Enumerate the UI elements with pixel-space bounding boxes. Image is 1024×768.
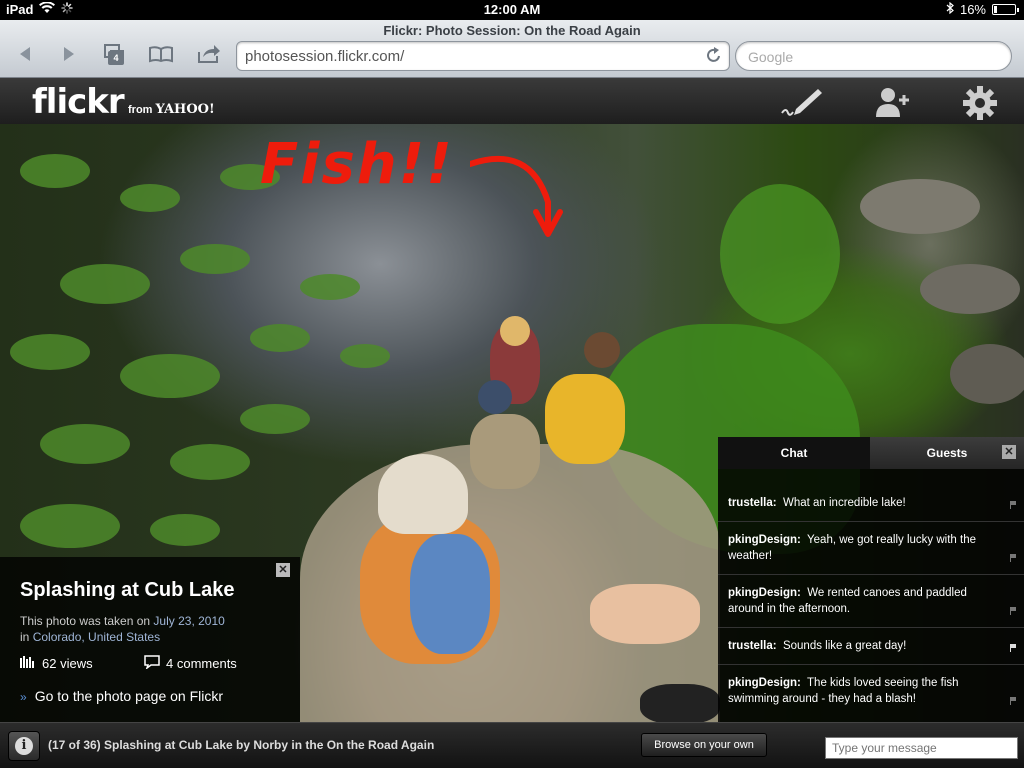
tab-chat-label: Chat xyxy=(780,446,808,460)
battery-percent: 16% xyxy=(959,2,986,17)
photo-info-panel: Splashing at Cub Lake ✕ This photo was t… xyxy=(0,557,300,722)
photo-page-link[interactable]: » Go to the photo page on Flickr xyxy=(20,688,223,704)
comments-count: 4 comments xyxy=(166,656,237,671)
draw-button[interactable] xyxy=(780,85,822,119)
tab-count-badge: 4 xyxy=(108,51,124,65)
forward-button[interactable] xyxy=(54,44,84,68)
battery-icon xyxy=(992,4,1019,15)
photo-title: Splashing at Cub Lake xyxy=(20,579,235,601)
add-person-icon xyxy=(874,88,914,123)
yahoo-text: YAHOO! xyxy=(155,102,215,117)
settings-button[interactable] xyxy=(962,85,1002,120)
gear-icon xyxy=(962,86,998,125)
info-icon: i xyxy=(15,737,33,755)
chat-username[interactable]: trustella: xyxy=(728,640,777,652)
chat-text: What an incredible lake! xyxy=(782,497,906,509)
close-icon: ✕ xyxy=(1004,446,1014,458)
clock: 12:00 AM xyxy=(483,2,541,17)
taken-prefix: This photo was taken on xyxy=(20,614,154,628)
chat-text: Sounds like a great day! xyxy=(782,640,907,652)
bottom-bar: i (17 of 36) Splashing at Cub Lake by No… xyxy=(0,722,1024,768)
from-text: from xyxy=(128,104,153,116)
tab-guests-label: Guests xyxy=(926,446,968,460)
flickr-logo[interactable]: flickr xyxy=(32,82,125,122)
chat-tabs: Chat Guests ✕ xyxy=(718,437,1024,469)
location-prefix: in xyxy=(20,630,33,644)
chat-message-input[interactable] xyxy=(825,737,1018,759)
fish-annotation: Fish!! xyxy=(260,132,580,242)
back-button[interactable] xyxy=(10,44,40,68)
location-city-link[interactable]: Colorado xyxy=(33,630,82,644)
chat-message: pkingDesign: Yeah, we got really lucky w… xyxy=(718,522,1024,575)
add-guest-button[interactable] xyxy=(874,85,914,119)
info-button[interactable]: i xyxy=(8,731,40,761)
address-bar[interactable]: photosession.flickr.com/ xyxy=(236,41,730,71)
chat-username[interactable]: pkingDesign: xyxy=(728,587,801,599)
status-bar: iPad 12:00 AM 16% xyxy=(0,0,1024,20)
flag-icon[interactable] xyxy=(1010,697,1016,705)
flickr-header: flickr from YAHOO! xyxy=(0,78,1024,124)
photo-caption: (17 of 36) Splashing at Cub Lake by Norb… xyxy=(48,738,435,752)
browse-on-your-own-button[interactable]: Browse on your own xyxy=(641,733,767,757)
chat-message: trustella: What an incredible lake! xyxy=(718,485,1024,522)
forward-arrow-icon xyxy=(62,46,76,67)
tab-guests[interactable]: Guests xyxy=(870,437,1024,469)
chat-username[interactable]: trustella: xyxy=(728,497,777,509)
curved-arrow-icon xyxy=(467,152,570,247)
chat-username[interactable]: pkingDesign: xyxy=(728,677,801,689)
comments-stat: 4 comments xyxy=(144,655,237,672)
views-stat: 62 views xyxy=(20,655,144,672)
bookmarks-button[interactable] xyxy=(146,44,176,68)
browser-toolbar: Flickr: Photo Session: On the Road Again… xyxy=(0,20,1024,78)
bar-chart-icon xyxy=(20,656,36,671)
chat-panel: Chat Guests ✕ trustella: What an incredi… xyxy=(718,437,1024,722)
flag-icon[interactable] xyxy=(1010,644,1016,652)
from-yahoo-label: from YAHOO! xyxy=(128,102,215,117)
reload-icon[interactable] xyxy=(707,47,721,68)
photo-stats: 62 views 4 comments xyxy=(20,655,290,672)
flag-icon[interactable] xyxy=(1010,554,1016,562)
url-text: photosession.flickr.com/ xyxy=(245,48,405,65)
page-title: Flickr: Photo Session: On the Road Again xyxy=(383,23,641,38)
chat-message: pkingDesign: The kids loved seeing the f… xyxy=(718,665,1024,717)
tab-chat[interactable]: Chat xyxy=(718,437,870,469)
bluetooth-icon xyxy=(946,1,954,17)
close-icon: ✕ xyxy=(278,564,288,576)
pencil-icon xyxy=(780,89,824,123)
chat-message: pkingDesign: We rented canoes and paddle… xyxy=(718,575,1024,628)
book-icon xyxy=(148,45,174,68)
photo-meta: This photo was taken on July 23, 2010 in… xyxy=(20,613,225,645)
chat-username[interactable]: pkingDesign: xyxy=(728,534,801,546)
photo-page-link-label: Go to the photo page on Flickr xyxy=(34,688,224,704)
search-field[interactable]: Google xyxy=(735,41,1012,71)
close-info-button[interactable]: ✕ xyxy=(276,563,290,577)
views-count: 62 views xyxy=(42,656,93,671)
double-chevron-icon: » xyxy=(20,690,27,704)
taken-date-link[interactable]: July 23, 2010 xyxy=(153,614,224,628)
status-right: 16% xyxy=(946,1,1019,17)
chat-message: trustella: Sounds like a great day! xyxy=(718,628,1024,665)
back-arrow-icon xyxy=(18,46,32,67)
chat-messages: trustella: What an incredible lake! pkin… xyxy=(718,485,1024,717)
share-arrow-icon xyxy=(197,44,221,69)
speech-bubble-icon xyxy=(144,655,160,672)
flag-icon[interactable] xyxy=(1010,501,1016,509)
share-button[interactable] xyxy=(194,44,224,68)
location-country-link[interactable]: , United States xyxy=(81,630,160,644)
flag-icon[interactable] xyxy=(1010,607,1016,615)
fish-annotation-text: Fish!! xyxy=(260,132,454,197)
close-chat-button[interactable]: ✕ xyxy=(1002,445,1016,459)
